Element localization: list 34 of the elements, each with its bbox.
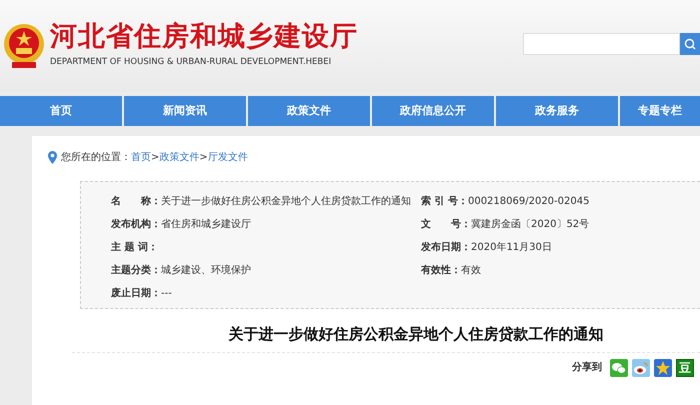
metadata-row-text: 有效性：有效: [421, 264, 482, 278]
breadcrumb-label: 您所在的位置：: [61, 150, 131, 165]
site-title: 河北省住房和城乡建设厅: [50, 23, 358, 50]
star-icon[interactable]: [654, 358, 672, 376]
share-button[interactable]: 豆: [676, 358, 694, 376]
breadcrumb-link[interactable]: 厅发文件: [208, 150, 248, 165]
metadata-row-text: 文 号：冀建房金函〔2020〕52号: [421, 218, 590, 232]
nav-tab[interactable]: 专题专栏: [620, 96, 700, 126]
chat-bubbles-icon[interactable]: [610, 358, 628, 376]
eye-logo-icon[interactable]: [632, 358, 650, 376]
metadata-row-text: 名 称：关于进一步做好住房公积金异地个人住房贷款工作的通知: [111, 194, 412, 209]
article-title: 关于进一步做好住房公积金异地个人住房贷款工作的通知: [72, 309, 700, 352]
metadata-row-text: 主题分类：城乡建设、环境保护: [111, 263, 252, 278]
search-button[interactable]: [680, 33, 700, 55]
nav-tab[interactable]: 首页: [0, 96, 122, 126]
search-field[interactable]: [523, 33, 680, 55]
breadcrumb-link[interactable]: 首页: [131, 150, 151, 165]
search-icon: [684, 38, 696, 50]
site-subtitle: DEPARTMENT OF HOUSING & URBAN-RURAL DEVELOPMENT.HEBEI: [50, 56, 332, 69]
nav-tab[interactable]: 新闻资讯: [124, 96, 246, 126]
nav-tab[interactable]: 政策文件: [248, 96, 370, 126]
metadata-row-text: 主 题 词：: [111, 240, 159, 255]
metadata-row-text: 索 引 号：000218069/2020-02045: [421, 194, 590, 209]
metadata-row-text: 废止日期：---: [111, 286, 173, 301]
metadata-row-text: 发布机构：省住房和城乡建设厅: [111, 218, 252, 232]
metadata-row-text: 发布日期：2020年11月30日: [421, 240, 553, 255]
emblem-icon: [2, 22, 46, 70]
location-pin-icon: [48, 151, 57, 164]
nav-tab[interactable]: 政务服务: [496, 96, 618, 126]
nav-tab[interactable]: 政府信息公开: [372, 96, 494, 126]
breadcrumb-link[interactable]: 政策文件: [159, 150, 200, 165]
share-label: 分享到: [572, 360, 602, 375]
breadcrumb-separator: >: [199, 151, 208, 165]
breadcrumb-separator: >: [151, 151, 160, 165]
